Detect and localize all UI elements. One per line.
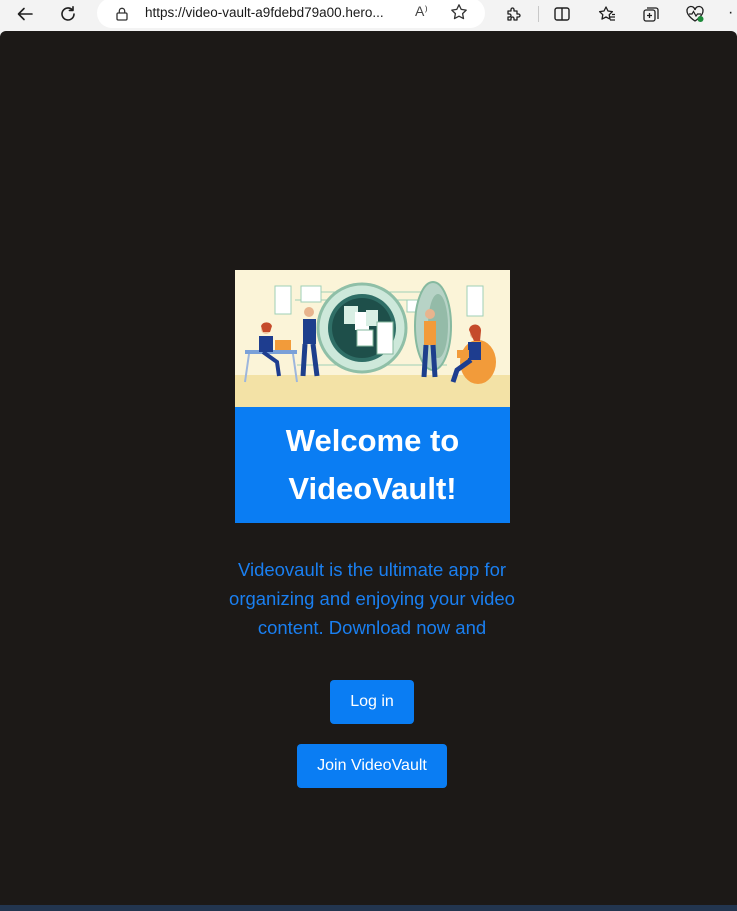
url-text[interactable]: https://video-vault-a9fdebd79a00.hero... — [145, 5, 384, 20]
star-icon[interactable] — [450, 3, 468, 26]
read-aloud-icon[interactable]: A⁾ — [415, 3, 428, 20]
welcome-card: Welcome to VideoVault! — [235, 270, 510, 523]
join-button[interactable]: Join VideoVault — [297, 744, 447, 788]
back-arrow-icon[interactable] — [8, 0, 42, 28]
favorites-icon[interactable] — [590, 0, 624, 28]
app-description: Videovault is the ultimate app for organ… — [229, 559, 515, 638]
taskbar-edge — [0, 905, 737, 911]
page-viewport: Welcome to VideoVault! Videovault is the… — [0, 31, 737, 905]
address-bar[interactable]: https://video-vault-a9fdebd79a00.hero...… — [97, 0, 485, 28]
puzzle-icon[interactable] — [497, 0, 531, 28]
heart-pulse-icon[interactable] — [678, 0, 712, 28]
more-icon[interactable]: · — [728, 5, 733, 21]
split-screen-icon[interactable] — [545, 0, 579, 28]
login-button[interactable]: Log in — [330, 680, 414, 724]
lock-icon[interactable] — [116, 7, 128, 26]
browser-toolbar: https://video-vault-a9fdebd79a00.hero...… — [0, 0, 737, 31]
toolbar-divider — [538, 6, 539, 22]
refresh-icon[interactable] — [51, 0, 85, 28]
collections-icon[interactable] — [634, 0, 668, 28]
hero-illustration — [235, 270, 510, 407]
welcome-banner-title: Welcome to VideoVault! — [235, 407, 510, 523]
